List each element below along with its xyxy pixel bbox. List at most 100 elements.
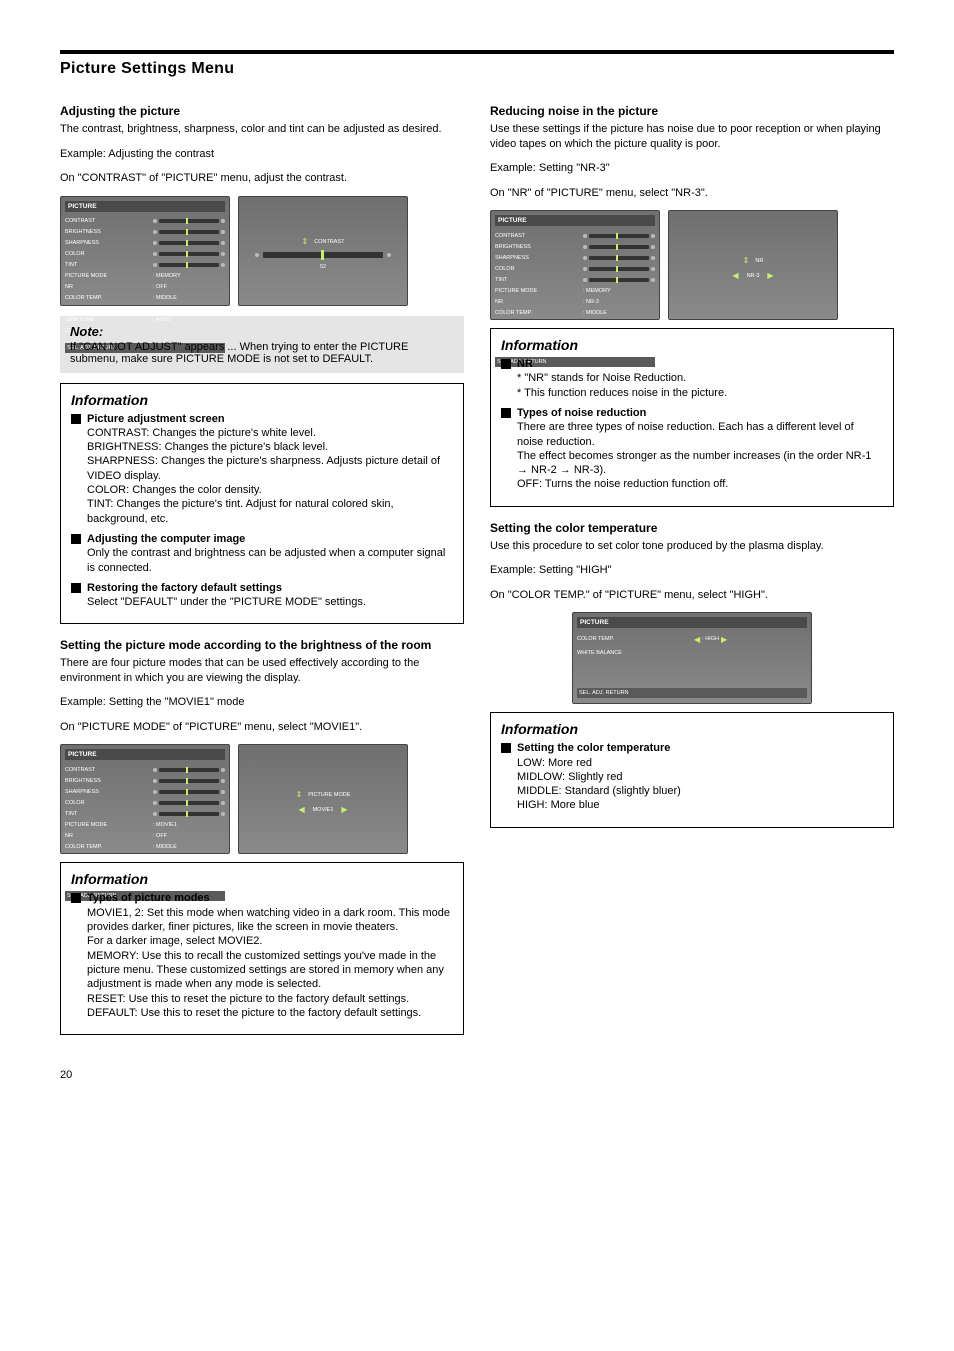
osd-item-value: : HIGH bbox=[702, 636, 719, 642]
osd-item-label: BRIGHTNESS bbox=[65, 778, 101, 784]
square-bullet-icon bbox=[71, 414, 81, 424]
square-bullet-icon bbox=[501, 359, 511, 369]
osd-item-value: : 2.2 bbox=[153, 306, 164, 312]
osd-sub-label: CONTRAST bbox=[314, 239, 344, 245]
paragraph-example: Example: Setting the "MOVIE1" mode bbox=[60, 695, 464, 710]
osd-item-label: GAMMA bbox=[65, 855, 86, 861]
osd-item-value: : MEMORY bbox=[583, 288, 611, 294]
paragraph: There are four picture modes that can be… bbox=[60, 656, 464, 685]
osd-item-label: PICTURE MODE bbox=[495, 288, 537, 294]
osd-item-label: WHITE BALANCE bbox=[577, 650, 692, 656]
osd-item-label: COLOR bbox=[65, 251, 85, 257]
osd-item-value: : OFF bbox=[153, 284, 167, 290]
osd-item-label: COLOR bbox=[65, 800, 85, 806]
osd-picture-menu: PICTURE CONTRASTBRIGHTNESSSHARPNESSCOLOR… bbox=[490, 210, 660, 320]
right-column: Reducing noise in the picture Use these … bbox=[490, 104, 894, 1049]
info-title: Information bbox=[71, 392, 453, 408]
left-arrow-icon: ◀ bbox=[298, 805, 304, 814]
updown-icon: ⇕ bbox=[743, 256, 750, 265]
osd-screenshot-row: PICTURE CONTRAST BRIGHTNESS SHARPNESS COLOR… bbox=[60, 196, 464, 306]
info-item-text: Adjusting the computer imageOnly the con… bbox=[87, 532, 453, 575]
osd-item-label: COLOR TEMP. bbox=[495, 310, 532, 316]
paragraph-step: On "NR" of "PICTURE" menu, select "NR-3"… bbox=[490, 186, 894, 201]
paragraph-step: On "PICTURE MODE" of "PICTURE" menu, sel… bbox=[60, 720, 464, 735]
square-bullet-icon bbox=[501, 743, 511, 753]
osd-item-value: : AUTO bbox=[153, 866, 171, 872]
information-box: Information Types of picture modesMOVIE1… bbox=[60, 862, 464, 1035]
osd-item-label: BRIGHTNESS bbox=[65, 229, 101, 235]
info-title: Information bbox=[501, 337, 883, 353]
osd-item-value: : AUTO bbox=[153, 317, 171, 323]
paragraph: The contrast, brightness, sharpness, col… bbox=[60, 122, 464, 137]
info-title: Information bbox=[71, 871, 453, 887]
paragraph: Use this procedure to set color tone pro… bbox=[490, 539, 894, 554]
osd-picture-menu: PICTURE CONTRASTBRIGHTNESSSHARPNESSCOLOR… bbox=[60, 196, 230, 306]
osd-item-value: : MEMORY bbox=[153, 273, 181, 279]
osd-item-label: SHARPNESS bbox=[65, 789, 99, 795]
osd-title: PICTURE bbox=[577, 617, 807, 628]
osd-item-label: NR bbox=[65, 833, 73, 839]
osd-item-value: : AUTO bbox=[583, 332, 601, 338]
information-box: Information Picture adjustment screenCON… bbox=[60, 383, 464, 625]
osd-sub-label: NR bbox=[755, 258, 763, 264]
osd-sub-value: MOVIE1 bbox=[313, 807, 334, 813]
information-box: Information Setting the color temperatur… bbox=[490, 712, 894, 827]
paragraph-step: On "COLOR TEMP." of "PICTURE" menu, sele… bbox=[490, 588, 894, 603]
osd-contrast-sub: ⇕ CONTRAST 52 bbox=[238, 196, 408, 306]
osd-item-label: SHARPNESS bbox=[65, 240, 99, 246]
osd-sub-value: NR-3 bbox=[747, 273, 760, 279]
osd-item-value: : 2.2 bbox=[153, 855, 164, 861]
osd-item-value: : MIDDLE bbox=[153, 844, 177, 850]
osd-footer: SEL. ADJ. RETURN bbox=[577, 688, 807, 698]
osd-item-label: COLOR TEMP. bbox=[65, 844, 102, 850]
paragraph: Use these settings if the picture has no… bbox=[490, 122, 894, 151]
osd-title: PICTURE bbox=[65, 749, 225, 760]
square-bullet-icon bbox=[71, 534, 81, 544]
osd-item-label: SHARPNESS bbox=[495, 255, 529, 261]
osd-item-label: TINT bbox=[65, 811, 77, 817]
osd-screenshot-row: PICTURE CONTRASTBRIGHTNESSSHARPNESSCOLOR… bbox=[490, 210, 894, 320]
square-bullet-icon bbox=[501, 408, 511, 418]
info-item-text: Restoring the factory default settingsSe… bbox=[87, 581, 453, 610]
heading-picture-mode: Setting the picture mode according to th… bbox=[60, 638, 464, 652]
osd-screenshot-row: PICTURE COLOR TEMP.◀: HIGH▶WHITE BALANCE… bbox=[490, 612, 894, 704]
osd-item-label: TINT bbox=[65, 262, 77, 268]
paragraph-example: Example: Setting "NR-3" bbox=[490, 161, 894, 176]
right-arrow-icon: ▶ bbox=[767, 271, 773, 280]
updown-icon: ⇕ bbox=[296, 790, 303, 799]
heading-adjust-picture: Adjusting the picture bbox=[60, 104, 464, 118]
osd-item-label: TINT bbox=[495, 277, 507, 283]
osd-item-label: COLOR TEMP. bbox=[577, 636, 692, 642]
osd-picturemode-sub: ⇕ PICTURE MODE ◀ MOVIE1 ▶ bbox=[238, 744, 408, 854]
osd-item-label: NR bbox=[495, 299, 503, 305]
osd-item-value: : MOVIE1 bbox=[153, 822, 177, 828]
osd-item-label: PICTURE MODE bbox=[65, 822, 107, 828]
right-arrow-icon: ▶ bbox=[341, 805, 347, 814]
info-title: Information bbox=[501, 721, 883, 737]
osd-title: PICTURE bbox=[65, 201, 225, 212]
updown-icon: ⇕ bbox=[302, 237, 309, 246]
page-number: 20 bbox=[60, 1069, 894, 1081]
paragraph-example: Example: Setting "HIGH" bbox=[490, 563, 894, 578]
two-column-layout: Adjusting the picture The contrast, brig… bbox=[60, 104, 894, 1049]
page-title: Picture Settings Menu bbox=[60, 60, 894, 78]
osd-item-value: : 2.2 bbox=[583, 321, 594, 327]
osd-title: PICTURE bbox=[495, 215, 655, 226]
heading-color-temp: Setting the color temperature bbox=[490, 521, 894, 535]
osd-sub-value: 52 bbox=[320, 264, 326, 270]
info-item-text: Types of noise reductionThere are three … bbox=[517, 406, 883, 492]
osd-item-value: : NR-3 bbox=[583, 299, 599, 305]
osd-item-label: BRIGHTNESS bbox=[495, 244, 531, 250]
osd-item-label: COLOR bbox=[495, 266, 515, 272]
information-box: Information NR* "NR" stands for Noise Re… bbox=[490, 328, 894, 507]
paragraph-example: Example: Adjusting the contrast bbox=[60, 147, 464, 162]
osd-nr-sub: ⇕ NR ◀ NR-3 ▶ bbox=[668, 210, 838, 320]
osd-item-label: LOW TONE bbox=[65, 317, 94, 323]
square-bullet-icon bbox=[71, 583, 81, 593]
top-rule bbox=[60, 50, 894, 54]
osd-picture-menu: PICTURE CONTRAST BRIGHTNESS SHARPNESS COLOR… bbox=[60, 744, 230, 854]
osd-colortemp-menu: PICTURE COLOR TEMP.◀: HIGH▶WHITE BALANCE… bbox=[572, 612, 812, 704]
osd-item-label: CONTRAST bbox=[65, 767, 95, 773]
osd-item-value: : MIDDLE bbox=[583, 310, 607, 316]
left-arrow-icon: ◀ bbox=[732, 271, 738, 280]
